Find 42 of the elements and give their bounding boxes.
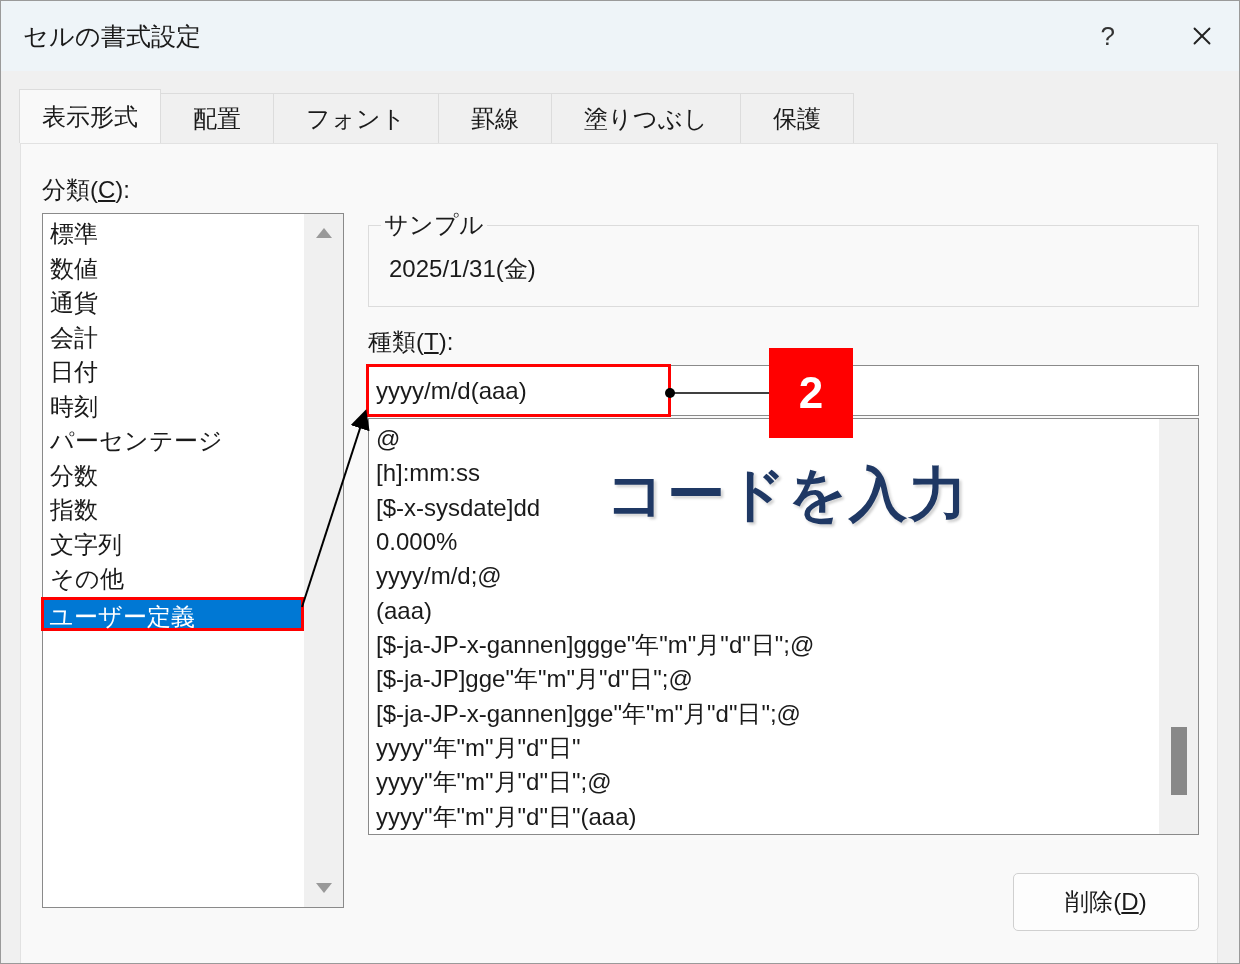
category-list[interactable]: 標準 数値 通貨 会計 日付 時刻 パーセンテージ 分数 指数 文字列 その他 ユーザー定義 (42, 213, 344, 908)
scrollbar[interactable] (1159, 419, 1198, 834)
format-item[interactable]: [$-ja-JP-x-gannen]ggge"年"m"月"d"日";@ (369, 627, 815, 663)
category-label: 分類(C): (42, 175, 131, 205)
category-item[interactable]: その他 (43, 562, 304, 597)
scroll-thumb[interactable] (1171, 727, 1187, 795)
format-item[interactable]: [$-x-sysdate]dd (369, 490, 541, 525)
category-item[interactable]: 会計 (43, 320, 304, 355)
format-list[interactable] (368, 418, 1199, 835)
scroll-down-icon[interactable] (315, 883, 332, 893)
help-button[interactable]: ? (1100, 20, 1115, 52)
format-item[interactable]: 0.000% (369, 525, 458, 560)
window-title: セルの書式設定 (23, 20, 202, 52)
sample-value: 2025/1/31(金) (389, 254, 537, 284)
format-item[interactable]: (aaa) (369, 593, 433, 628)
format-item[interactable]: [h]:mm:ss (369, 456, 480, 491)
category-item[interactable]: 日付 (43, 355, 304, 390)
category-item[interactable]: ユーザー定義 (41, 596, 304, 631)
tab[interactable]: 保護 (740, 93, 854, 143)
scroll-up-icon[interactable] (315, 228, 332, 238)
format-item[interactable]: yyyy"年"m"月"d"日"(aaa) (369, 799, 637, 834)
category-item[interactable]: パーセンテージ (43, 424, 304, 459)
sample-label: サンプル (383, 210, 485, 240)
delete-button[interactable]: 削除(D) (1013, 873, 1199, 931)
category-item[interactable]: 数値 (43, 251, 304, 286)
format-item[interactable]: yyyy"年"m"月"d"日" (369, 730, 581, 766)
scrollbar[interactable] (304, 214, 343, 907)
category-item[interactable]: 分数 (43, 458, 304, 493)
format-item[interactable]: @ (369, 422, 401, 457)
category-item[interactable]: 標準 (43, 217, 304, 252)
category-item[interactable]: 通貨 (43, 286, 304, 321)
format-item[interactable]: [$-ja-JP-x-gannen]gge"年"m"月"d"日";@ (369, 696, 801, 731)
step-badge: 2 (769, 348, 853, 438)
category-item[interactable]: 時刻 (43, 389, 304, 424)
tab[interactable]: 表示形式 (19, 89, 161, 143)
type-label: 種類(T): (368, 327, 455, 357)
annotation-caption: コードを入力 (606, 460, 969, 528)
format-item[interactable]: [$-ja-JP]gge"年"m"月"d"日";@ (369, 662, 693, 697)
category-item[interactable]: 指数 (43, 493, 304, 528)
format-item[interactable]: yyyy/m/d;@ (369, 559, 502, 594)
category-item[interactable]: 文字列 (43, 527, 304, 562)
format-item[interactable]: yyyy"年"m"月"d"日";@ (369, 765, 612, 800)
